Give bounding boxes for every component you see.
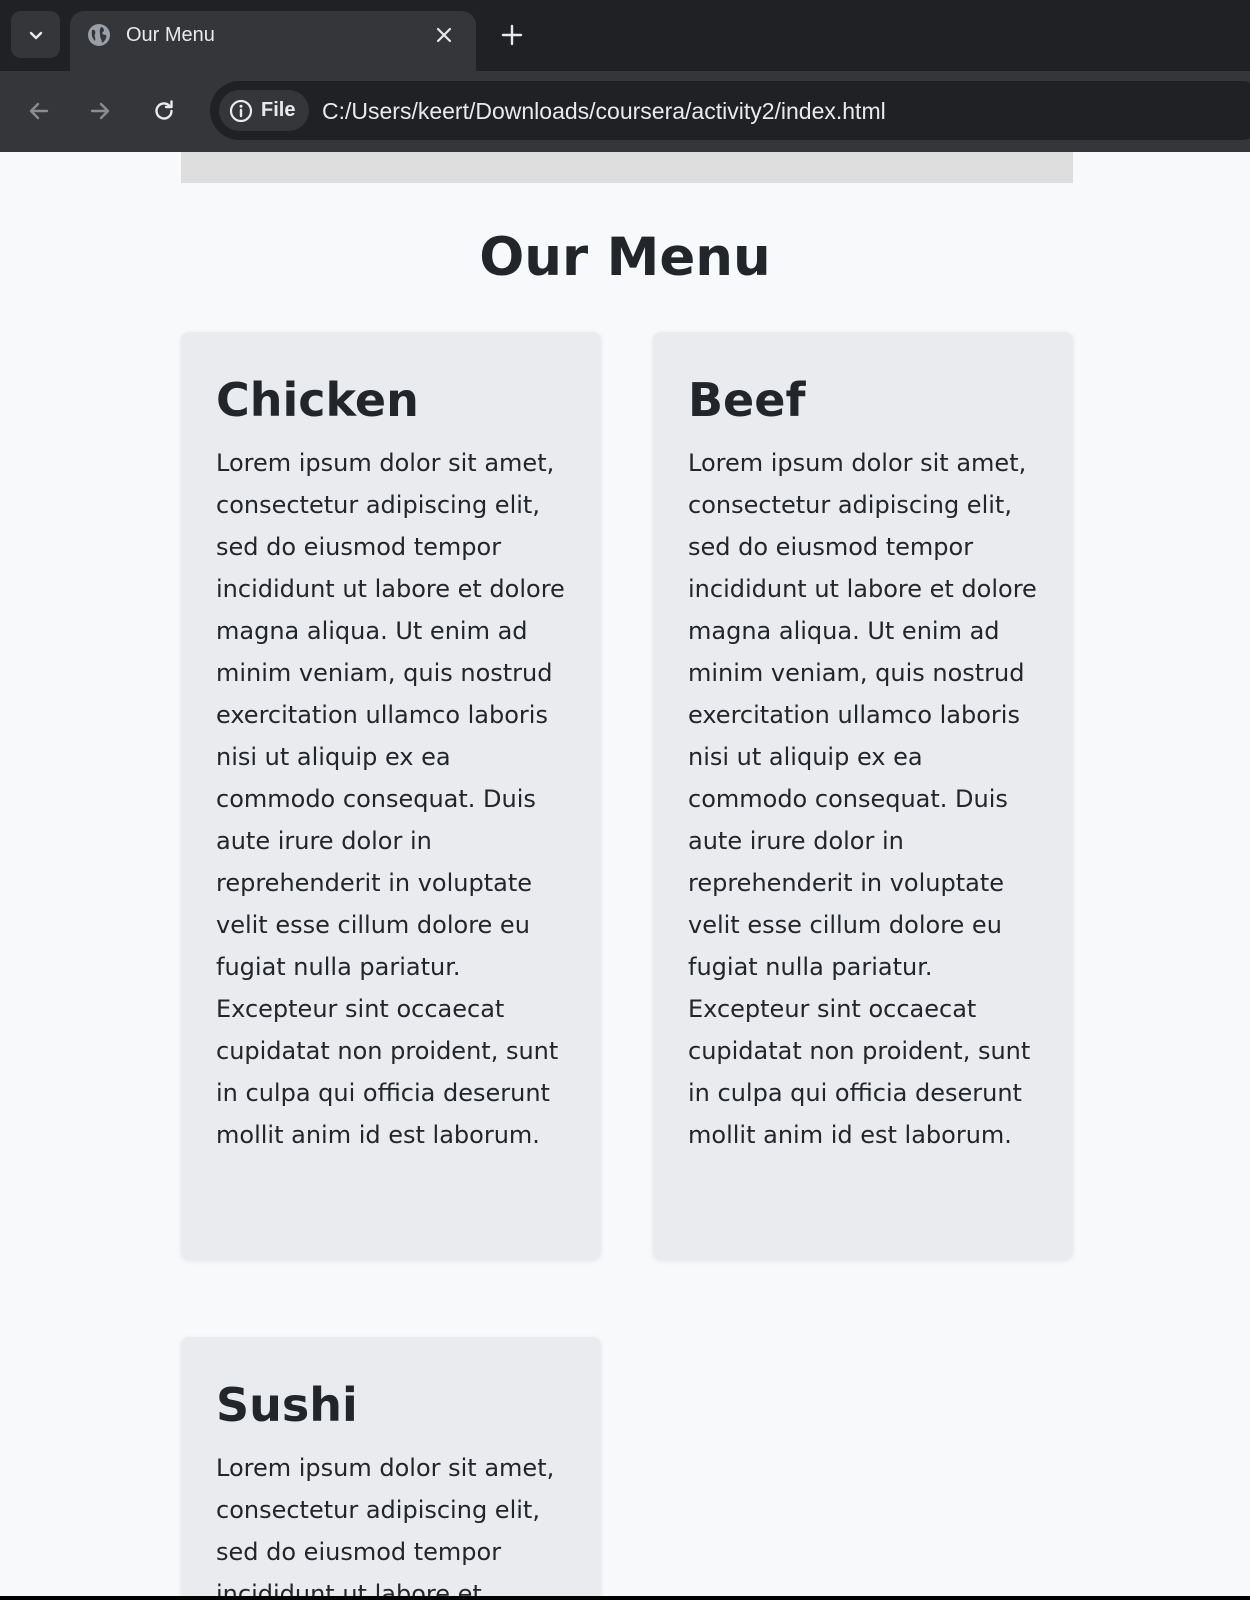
url-text[interactable]: C:/Users/keert/Downloads/coursera/activi… (322, 97, 886, 125)
card-description: Lorem ipsum dolor sit amet, consectetur … (216, 449, 565, 1149)
tab-strip: Our Menu (0, 0, 1250, 71)
globe-icon (88, 24, 110, 46)
close-icon (436, 27, 452, 43)
new-tab-button[interactable] (497, 20, 527, 50)
tab-our-menu[interactable]: Our Menu (70, 11, 476, 71)
info-icon (229, 99, 253, 122)
chevron-down-icon (29, 31, 42, 39)
forward-button[interactable] (80, 91, 120, 131)
bottom-border (0, 1596, 1250, 1600)
menu-card-beef: Beef Lorem ipsum dolor sit amet, consect… (653, 332, 1073, 1260)
site-info-chip[interactable]: File (219, 90, 310, 131)
browser-chrome: Our Menu File C:/Users/keert/Downloads/c… (0, 0, 1250, 152)
browser-toolbar: File C:/Users/keert/Downloads/coursera/a… (0, 71, 1250, 152)
back-button[interactable] (19, 91, 59, 131)
page-viewport: Our Menu Chicken Lorem ipsum dolor sit a… (0, 152, 1250, 1600)
arrow-right-icon (90, 102, 110, 120)
tab-search-button[interactable] (11, 11, 60, 58)
menu-card-sushi: Sushi Lorem ipsum dolor sit amet, consec… (181, 1337, 601, 1600)
card-title: Beef (688, 373, 806, 427)
reload-button[interactable] (144, 91, 184, 131)
card-title: Sushi (216, 1378, 358, 1432)
card-title: Chicken (216, 373, 419, 427)
plus-icon (501, 24, 523, 46)
menu-card-chicken: Chicken Lorem ipsum dolor sit amet, cons… (181, 332, 601, 1260)
tab-title: Our Menu (126, 24, 215, 46)
card-description: Lorem ipsum dolor sit amet, consectetur … (216, 1454, 555, 1600)
page-title: Our Menu (479, 227, 771, 288)
site-chip-label: File (261, 99, 296, 121)
reload-icon (155, 100, 173, 120)
header-strip (181, 152, 1073, 183)
arrow-left-icon (29, 102, 49, 120)
address-bar[interactable]: File C:/Users/keert/Downloads/coursera/a… (210, 81, 1250, 140)
card-description: Lorem ipsum dolor sit amet, consectetur … (688, 449, 1037, 1149)
tab-close-button[interactable] (432, 23, 456, 47)
